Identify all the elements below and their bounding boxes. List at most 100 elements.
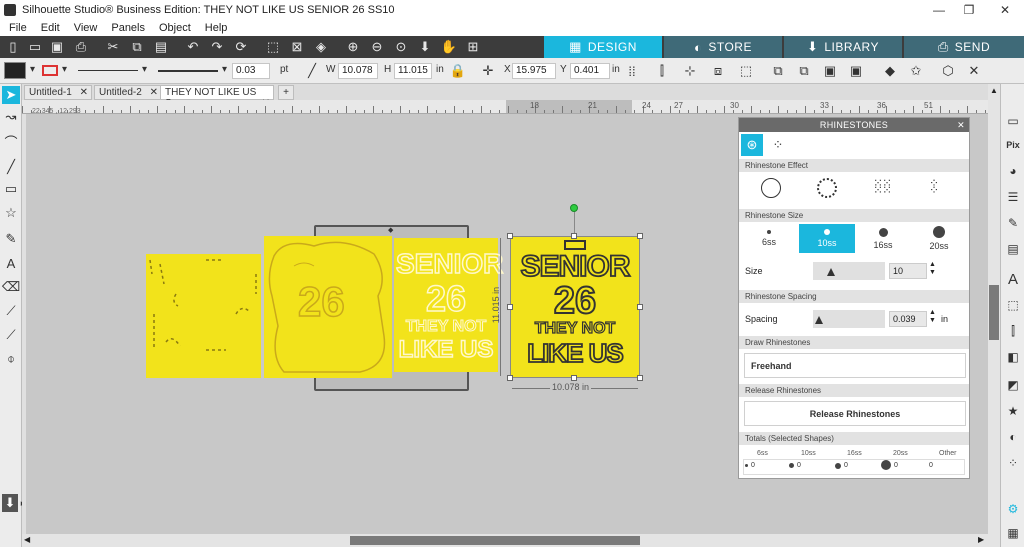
select-by-color-icon[interactable]: ◈ — [312, 38, 330, 56]
line-style-dropdown-icon[interactable]: ▾ — [142, 64, 147, 75]
resize-handle-tl[interactable] — [507, 233, 513, 239]
undo-icon[interactable]: ↶ — [184, 38, 202, 56]
horizontal-scroll-thumb[interactable] — [350, 536, 640, 545]
new-icon[interactable]: ▯ — [4, 38, 22, 56]
text-tool-icon[interactable]: A — [2, 254, 20, 272]
select-all-icon[interactable]: ⬚ — [264, 38, 282, 56]
copy-icon[interactable]: ⧉ — [128, 38, 146, 56]
pencil-tool-icon[interactable]: ✎ — [2, 230, 20, 248]
rhinestone-panel-icon[interactable]: ⁘ — [1004, 454, 1022, 472]
tab-close-icon[interactable]: ✕ — [80, 87, 88, 98]
effect-none-icon[interactable] — [761, 178, 781, 198]
save-icon[interactable]: ▣ — [48, 38, 66, 56]
resize-handle-t[interactable] — [571, 233, 577, 239]
size-stepper[interactable]: ▲ ▼ — [929, 261, 936, 277]
scroll-left-icon[interactable]: ◀ — [24, 535, 30, 544]
curve-tool-icon[interactable]: ⌒ — [2, 132, 20, 150]
size-value-input[interactable]: 10 — [889, 263, 927, 279]
print-icon[interactable]: ⎙ — [72, 38, 90, 56]
x-position-input[interactable]: 15.975 — [512, 63, 556, 79]
release-rhinestones-button[interactable]: Release Rhinestones — [744, 401, 966, 426]
sketch-icon[interactable]: ✎ — [1004, 214, 1022, 232]
new-tab-button[interactable]: + — [278, 85, 294, 100]
width-input[interactable]: 10.078 — [338, 63, 378, 79]
restore-button[interactable]: ❐ — [952, 0, 986, 20]
rhinestone-library-icon[interactable]: ⁘ — [767, 134, 789, 156]
zoom-out-icon[interactable]: ⊖ — [368, 38, 386, 56]
size-slider[interactable] — [813, 262, 885, 280]
eraser-tool-icon[interactable]: ⌫ — [2, 278, 20, 296]
zoom-in-icon[interactable]: ⊕ — [344, 38, 362, 56]
menu-panels[interactable]: Panels — [111, 22, 145, 34]
art-layer-2[interactable]: 26 — [264, 236, 392, 378]
line-color-swatch[interactable] — [42, 65, 58, 76]
line-color-dropdown-icon[interactable]: ▾ — [62, 64, 67, 75]
fill-dropdown-icon[interactable]: ▾ — [30, 64, 35, 75]
modify-icon[interactable]: ◧ — [1004, 348, 1022, 366]
spacing-stepper[interactable]: ▲ ▼ — [929, 309, 936, 325]
line-tool-left-icon[interactable]: ╱ — [2, 158, 20, 176]
lock-aspect-icon[interactable]: 🔒 — [448, 61, 468, 81]
size-16ss[interactable]: 16ss — [855, 224, 911, 253]
cut-icon[interactable]: ✂ — [104, 38, 122, 56]
resize-handle-b[interactable] — [571, 375, 577, 381]
paste-icon[interactable]: ▤ — [152, 38, 170, 56]
center-page-icon[interactable]: ⊹ — [680, 61, 700, 81]
rotate-handle[interactable] — [570, 204, 578, 212]
pan-hand-icon[interactable]: ✋ — [440, 38, 458, 56]
pixscan-icon[interactable]: Pix — [1004, 136, 1022, 154]
fill-palette-icon[interactable]: ◕ — [1004, 162, 1022, 180]
align-panel-icon[interactable]: ⫿ — [1004, 322, 1022, 340]
position-icon[interactable]: ✛ — [478, 61, 498, 81]
close-toolbar-icon[interactable]: ✕ — [964, 61, 984, 81]
page-setup-icon[interactable]: ▭ — [1004, 112, 1022, 130]
text-style-icon[interactable]: A — [1004, 270, 1022, 288]
menu-object[interactable]: Object — [159, 22, 191, 34]
resize-handle-br[interactable] — [637, 375, 643, 381]
zoom-select-icon[interactable]: ⊙ — [392, 38, 410, 56]
rectangle-tool-icon[interactable]: ▭ — [2, 180, 20, 198]
menu-view[interactable]: View — [74, 22, 98, 34]
height-input[interactable]: 11.015 — [394, 63, 432, 79]
send-backward-icon[interactable]: ⧉ — [794, 61, 814, 81]
tab-send[interactable]: ⎙ SEND — [904, 36, 1024, 58]
minimize-button[interactable]: — — [922, 0, 956, 20]
dropper-tool-icon[interactable]: ⌽ — [2, 350, 20, 368]
fill-color-swatch[interactable] — [4, 62, 26, 79]
line-style-panel-icon[interactable]: ☰ — [1004, 188, 1022, 206]
move-down-icon[interactable]: ⬇ — [416, 38, 434, 56]
tab-they-not-like-us[interactable]: THEY NOT LIKE US S... ✕ — [160, 85, 274, 109]
bring-forward-icon[interactable]: ⧉ — [768, 61, 788, 81]
open-icon[interactable]: ▭ — [26, 38, 44, 56]
menu-edit[interactable]: Edit — [41, 22, 60, 34]
line-width-dropdown-icon[interactable]: ▾ — [222, 64, 227, 75]
star-panel-icon[interactable]: ★ — [1004, 402, 1022, 420]
size-6ss[interactable]: 6ss — [741, 224, 797, 253]
tab-untitled-2[interactable]: Untitled-2 ✕ — [94, 85, 162, 100]
spacing-slider-thumb-icon[interactable] — [815, 316, 823, 324]
star-tool-icon[interactable]: ☆ — [2, 204, 20, 222]
y-position-input[interactable]: 0.401 — [570, 63, 610, 79]
scroll-right-icon[interactable]: ▶ — [978, 535, 984, 544]
scroll-up-icon[interactable]: ▲ — [990, 86, 998, 95]
line-tool-icon[interactable]: ╱ — [302, 61, 322, 81]
tab-store[interactable]: ◐ STORE — [664, 36, 782, 58]
rhinestone-tab-icon[interactable]: ⊛ — [741, 134, 763, 156]
send-back-icon[interactable]: ▣ — [846, 61, 866, 81]
group-icon[interactable]: ⧈ — [708, 61, 728, 81]
spacing-value-input[interactable]: 0.039 — [889, 311, 927, 327]
effect-outline-icon[interactable] — [817, 178, 837, 198]
refresh-icon[interactable]: ⟳ — [232, 38, 250, 56]
effect-fill-icon[interactable]: ⁙⁙ ⁙⁙ — [873, 177, 892, 196]
anchor-grid-icon[interactable]: ⁞⁞ — [622, 61, 642, 81]
resize-handle-r[interactable] — [637, 304, 643, 310]
settings-gear-icon[interactable]: ⚙ — [1004, 500, 1022, 518]
resize-handle-l[interactable] — [507, 304, 513, 310]
line-style-preview[interactable] — [78, 70, 138, 71]
import-icon[interactable]: ⬇ — [2, 494, 18, 512]
art-layer-3[interactable]: SENIOR 26 THEY NOT LIKE US — [394, 238, 504, 372]
freehand-button[interactable]: Freehand — [744, 353, 966, 378]
menu-help[interactable]: Help — [205, 22, 228, 34]
bring-front-icon[interactable]: ▣ — [820, 61, 840, 81]
layers-icon[interactable]: ▦ — [1004, 524, 1022, 542]
